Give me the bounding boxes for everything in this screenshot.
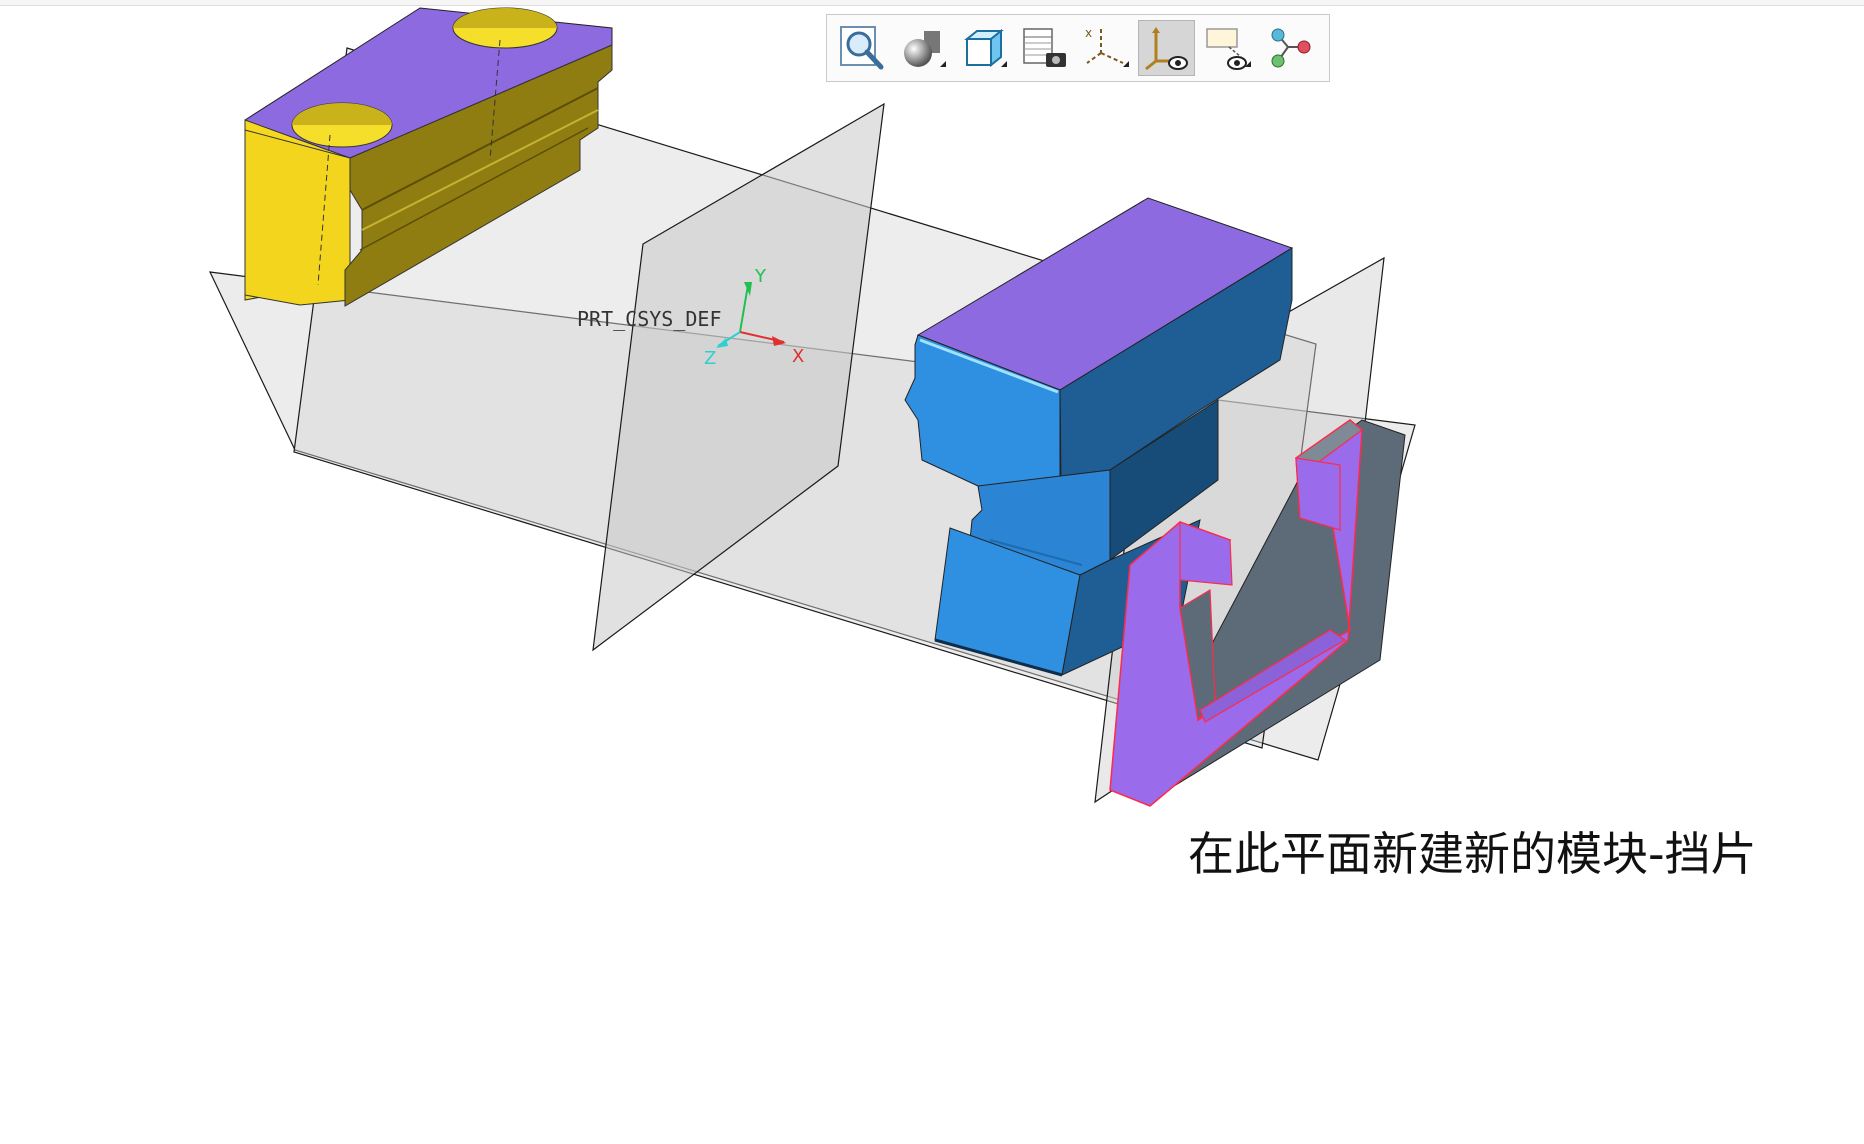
axis-y-label: Y [754, 266, 767, 287]
annotation-eye-icon [1205, 28, 1251, 70]
display-style-button[interactable] [894, 20, 951, 76]
zoom-magnifier-icon [839, 26, 883, 70]
datum-filter-icon: x [1085, 26, 1129, 67]
csys-name-label: PRT_CSYS_DEF [577, 307, 722, 331]
annotation-caption: 在此平面新建新的模块-挡片 [1188, 827, 1757, 881]
zoom-to-fit-button[interactable] [833, 20, 890, 76]
cube-view-icon [963, 28, 1007, 68]
annotation-display-button[interactable] [1199, 20, 1256, 76]
saved-orientations-button[interactable] [955, 20, 1012, 76]
datum-display-filters-button[interactable]: x [1077, 20, 1134, 76]
graphics-viewport[interactable]: PRT_CSYS_DEF Y X Z [0, 0, 1864, 1144]
axis-z-label: Z [704, 348, 716, 369]
spin-center-icon [1271, 28, 1310, 68]
csys-display-button[interactable] [1138, 20, 1195, 76]
graphics-toolbar: x [826, 14, 1330, 82]
table-camera-icon [1022, 28, 1066, 67]
axis-x-label: X [792, 346, 804, 367]
spin-center-button[interactable] [1260, 20, 1317, 76]
shaded-sphere-icon [903, 31, 946, 67]
svg-text:x: x [1085, 26, 1092, 40]
view-manager-button[interactable] [1016, 20, 1073, 76]
csys-eye-icon [1144, 27, 1188, 71]
